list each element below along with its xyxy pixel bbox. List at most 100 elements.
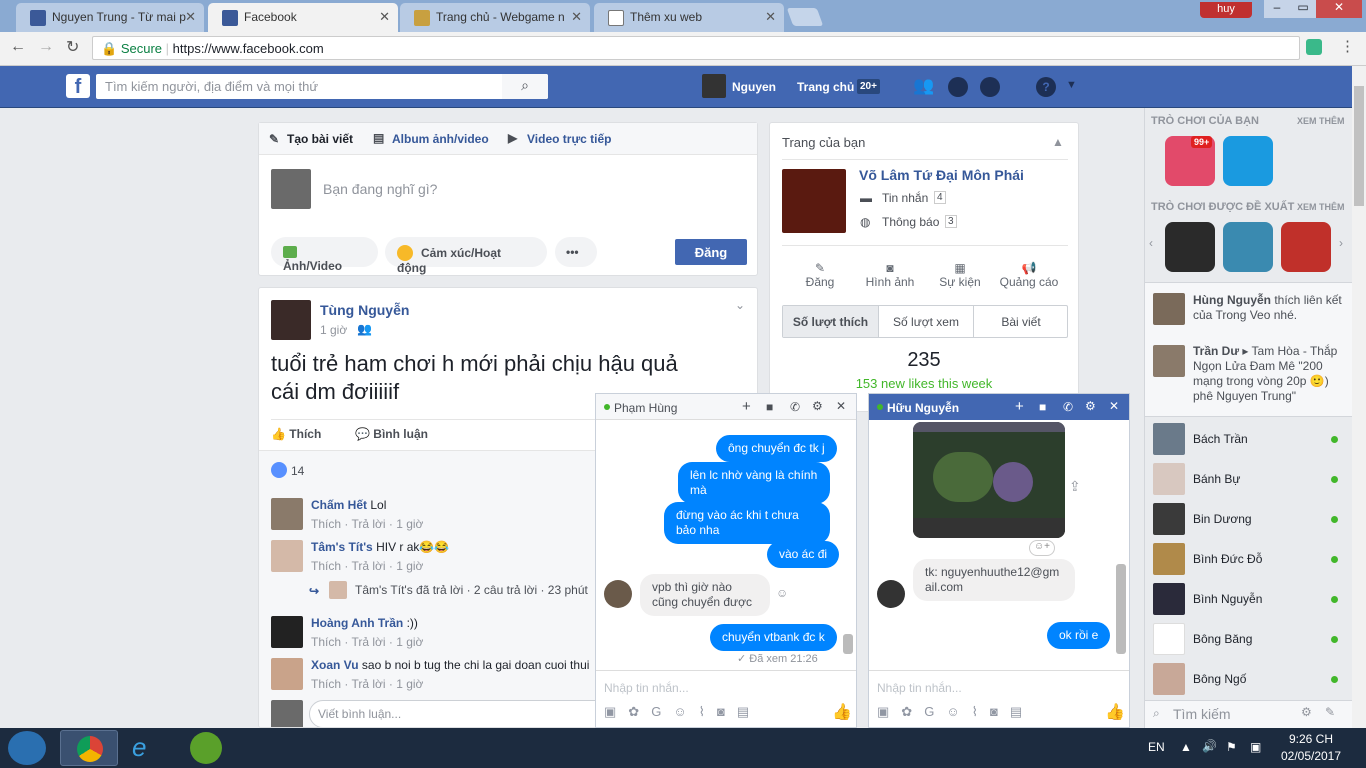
- commenter-name[interactable]: Chấm Hết: [311, 498, 367, 512]
- comment-actions[interactable]: Thích · Trả lời · 1 giờ: [311, 635, 423, 649]
- help-icon[interactable]: ?: [1036, 77, 1056, 97]
- ticker-avatar[interactable]: [1153, 345, 1185, 377]
- friend-row[interactable]: Bánh Bự: [1153, 463, 1343, 495]
- fb-search-input[interactable]: Tìm kiếm người, địa điểm và mọi thứ: [96, 74, 548, 99]
- more-options-button[interactable]: •••: [555, 237, 597, 267]
- author-avatar[interactable]: [271, 300, 311, 340]
- send-like-icon[interactable]: 👍: [832, 702, 852, 722]
- friend-row[interactable]: Bông Băng: [1153, 623, 1343, 655]
- internet-explorer-icon[interactable]: e: [132, 732, 166, 764]
- tab-them-xu[interactable]: Thêm xu web ✕: [594, 3, 784, 32]
- page-photo-action[interactable]: ◙ Hình ảnh: [860, 261, 920, 289]
- search-icon[interactable]: ⌕: [502, 74, 548, 99]
- reload-icon[interactable]: ↻: [66, 37, 79, 57]
- chrome-taskbar-icon[interactable]: [60, 730, 118, 766]
- commenter-avatar[interactable]: [271, 616, 303, 648]
- camera-icon[interactable]: ◙: [717, 704, 737, 719]
- see-more-suggested-link[interactable]: XEM THÊM: [1297, 202, 1345, 212]
- clock-date[interactable]: 02/05/2017: [1278, 749, 1344, 763]
- carousel-right-icon[interactable]: ›: [1339, 236, 1343, 250]
- friend-row[interactable]: Bình Nguyễn: [1153, 583, 1343, 615]
- page-event-action[interactable]: ▦ Sự kiện: [930, 261, 990, 289]
- post-author[interactable]: Tùng Nguyễn: [320, 302, 409, 318]
- page-ads-action[interactable]: 📢 Quảng cáo: [996, 261, 1062, 289]
- add-reaction-icon[interactable]: ☺+: [1029, 540, 1055, 556]
- commenter-name[interactable]: Tâm's Tít's: [311, 540, 373, 554]
- game-tile[interactable]: [1281, 222, 1331, 272]
- chat-message-input[interactable]: Nhập tin nhắn...: [604, 681, 689, 695]
- phone-icon[interactable]: ✆: [790, 400, 800, 414]
- language-indicator[interactable]: EN: [1148, 740, 1165, 754]
- post-time[interactable]: 1 giờ: [320, 323, 347, 337]
- forward-icon[interactable]: →: [38, 38, 54, 56]
- commenter-avatar[interactable]: [271, 498, 303, 530]
- page-avatar[interactable]: [782, 169, 846, 233]
- attach-icon[interactable]: ⌇: [699, 704, 717, 719]
- feeling-activity-button[interactable]: Cảm xúc/Hoạt động: [385, 237, 547, 275]
- ticker-story[interactable]: Trần Dư ▸ Tam Hòa - Thắp Ngọn Lửa Đam Mê…: [1193, 344, 1345, 404]
- friend-row[interactable]: Bách Trần: [1153, 423, 1343, 455]
- chat-header[interactable]: Phạm Hùng + ■ ✆ ⚙ ✕: [596, 394, 856, 420]
- back-icon[interactable]: ←: [10, 38, 26, 56]
- collapse-chevron-icon[interactable]: ▲: [1052, 135, 1064, 149]
- add-people-icon[interactable]: +: [742, 398, 751, 415]
- post-options-chevron-icon[interactable]: ⌄: [735, 298, 745, 312]
- attach-icon[interactable]: ⌇: [972, 704, 990, 719]
- facebook-logo-icon[interactable]: f: [66, 74, 90, 98]
- gif-icon[interactable]: G: [924, 704, 946, 719]
- friend-row[interactable]: Bình Đức Đỗ: [1153, 543, 1343, 575]
- friend-row[interactable]: Bin Dương: [1153, 503, 1343, 535]
- new-tab-button[interactable]: [786, 8, 824, 26]
- page-scrollbar[interactable]: [1352, 66, 1366, 728]
- comment-actions[interactable]: Thích · Trả lời · 1 giờ: [311, 677, 423, 691]
- see-more-games-link[interactable]: XEM THÊM: [1297, 116, 1345, 126]
- friend-row[interactable]: Bông Ngố: [1153, 663, 1343, 695]
- camera-icon[interactable]: ◙: [990, 704, 1010, 719]
- like-button[interactable]: 👍 Thích: [271, 427, 321, 441]
- restore-icon[interactable]: ▭: [1290, 0, 1316, 18]
- notifications-globe-icon[interactable]: [980, 77, 1000, 97]
- post-button[interactable]: Đăng: [675, 239, 747, 265]
- network-icon[interactable]: ▣: [1250, 740, 1261, 754]
- commenter-avatar[interactable]: [271, 540, 303, 572]
- emoji-react-icon[interactable]: ☺: [776, 586, 788, 600]
- tab-album[interactable]: Album ảnh/video: [392, 132, 489, 146]
- close-tab-icon[interactable]: ✕: [571, 9, 582, 25]
- messenger-icon[interactable]: [948, 77, 968, 97]
- menu-dots-icon[interactable]: ⋮: [1340, 37, 1355, 55]
- friend-requests-icon[interactable]: 👥: [913, 76, 934, 96]
- chat-search-bar[interactable]: ⌕ Tìm kiếm ⚙ ✎: [1145, 700, 1352, 728]
- commenter-name[interactable]: Hoàng Anh Trần: [311, 616, 403, 630]
- extension-icon[interactable]: [1306, 39, 1322, 55]
- minimize-icon[interactable]: –: [1264, 0, 1290, 18]
- close-tab-icon[interactable]: ✕: [765, 9, 776, 25]
- ticker-avatar[interactable]: [1153, 293, 1185, 325]
- tab-views[interactable]: Số lượt xem: [878, 306, 973, 337]
- sticker-icon[interactable]: ✿: [628, 704, 651, 719]
- close-window-icon[interactable]: ✕: [1316, 0, 1362, 18]
- comment-actions[interactable]: Thích · Trả lời · 1 giờ: [311, 559, 423, 573]
- page-notifications-link[interactable]: Thông báo: [882, 215, 939, 229]
- close-tab-icon[interactable]: ✕: [379, 9, 390, 25]
- chat-search-input[interactable]: Tìm kiếm: [1173, 706, 1231, 722]
- video-call-icon[interactable]: ■: [766, 400, 773, 414]
- sticker-icon[interactable]: ✿: [901, 704, 924, 719]
- share-icon[interactable]: ⇪: [1069, 478, 1081, 495]
- chat-scrollbar[interactable]: [1116, 564, 1126, 654]
- shared-game-screenshot[interactable]: [913, 422, 1065, 538]
- view-replies-link[interactable]: Tâm's Tít's đã trả lời · 2 câu trả lời ·…: [355, 583, 588, 597]
- add-people-icon[interactable]: +: [1015, 398, 1024, 415]
- tab-likes[interactable]: Số lượt thích: [783, 306, 878, 337]
- close-chat-icon[interactable]: ✕: [1109, 399, 1119, 413]
- game-tile[interactable]: [1165, 222, 1215, 272]
- tab-webgame[interactable]: Trang chủ - Webgame n ✕: [400, 3, 590, 32]
- carousel-left-icon[interactable]: ‹: [1149, 236, 1153, 250]
- chat-message-input[interactable]: Nhập tin nhắn...: [877, 681, 962, 695]
- payment-icon[interactable]: ▤: [1010, 704, 1034, 719]
- tab-create-post[interactable]: Tạo bài viết: [287, 132, 353, 146]
- tab-posts[interactable]: Bài viết: [973, 306, 1068, 337]
- commenter-name[interactable]: Xoan Vu: [311, 658, 359, 672]
- tab-live-video[interactable]: Video trực tiếp: [527, 132, 612, 146]
- emoji-icon[interactable]: ☺: [946, 704, 971, 719]
- tab-nguyen-trung[interactable]: Nguyen Trung - Từ mai p ✕: [16, 3, 204, 32]
